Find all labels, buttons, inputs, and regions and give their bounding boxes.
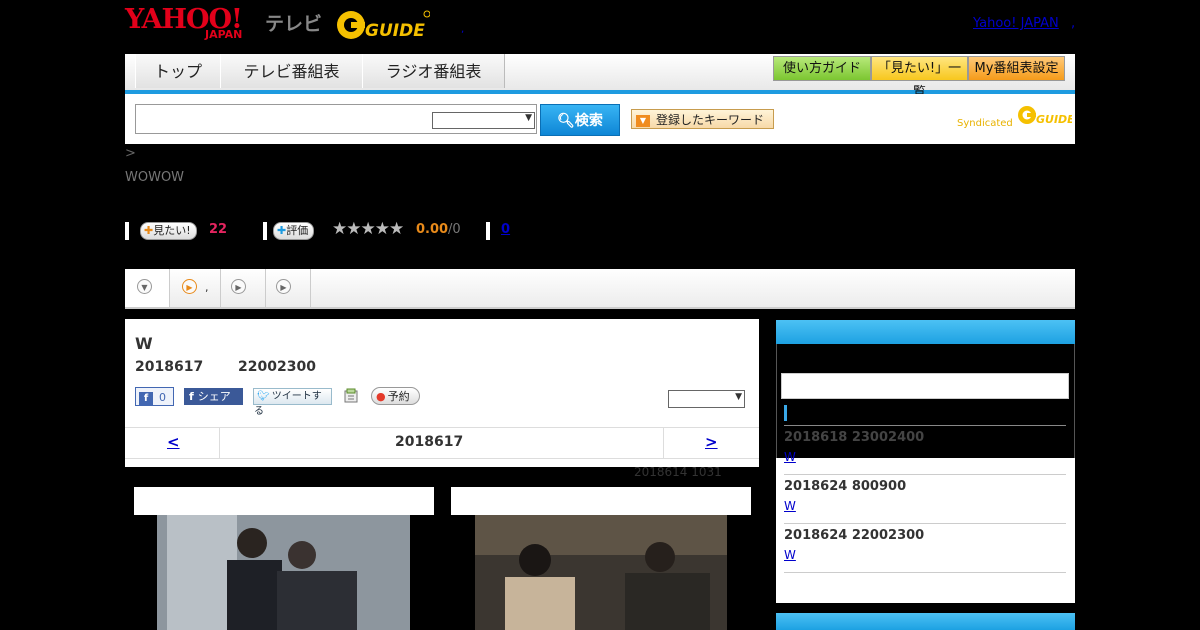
reserve-button[interactable]: ● 予約 <box>371 387 420 405</box>
tab-3[interactable]: ▶ <box>221 269 266 307</box>
image-card-header <box>451 487 751 515</box>
sidebar-field[interactable] <box>781 373 1069 399</box>
tab-2[interactable]: ▶ , <box>170 269 221 307</box>
sidebar-item-link[interactable]: W <box>784 548 796 562</box>
program-photo[interactable] <box>475 515 727 630</box>
sidebar-item-date: 2018624 800900 <box>784 479 907 494</box>
program-photo[interactable] <box>157 515 410 630</box>
dropdown-arrow-icon: ▼ <box>636 114 650 127</box>
plus-icon: ✚ <box>277 224 287 237</box>
my-listing-settings-button[interactable]: My番組表設定 <box>968 56 1065 81</box>
registered-keyword-label: 登録したキーワード <box>656 113 765 127</box>
program-date: 2018617 <box>135 359 204 375</box>
facebook-icon: f <box>189 390 194 403</box>
facebook-share-button[interactable]: f シェア <box>184 388 243 405</box>
nav-tab-tv-listings[interactable]: テレビ番組表 <box>220 54 363 88</box>
play-icon: ▶ <box>182 279 197 294</box>
syndicated-gguide-logo: Syndicated GUIDE <box>957 104 1075 129</box>
divider <box>784 572 1066 573</box>
divider <box>784 523 1066 524</box>
sidebar-item-link[interactable]: W <box>784 450 796 464</box>
program-tabs: ▼ ▶ , ▶ ▶ <box>125 269 1075 309</box>
program-time: 22002300 <box>238 359 316 375</box>
facebook-like-button[interactable]: f0 <box>135 387 174 406</box>
stat-divider <box>125 222 129 240</box>
search-category-select[interactable]: ▼ <box>432 112 535 129</box>
gguide-logo-text: GUIDE <box>365 21 425 40</box>
reserve-label: 予約 <box>387 390 410 403</box>
yahoo-japan-logo-text: JAPAN <box>205 28 243 41</box>
divider <box>663 428 664 458</box>
tab-label: , <box>205 281 209 294</box>
clip-icon[interactable] <box>343 388 359 404</box>
search-button-label: 検索 <box>574 113 603 129</box>
search-icon: 🔍︎ <box>557 113 575 129</box>
breadcrumb[interactable]: > <box>125 146 136 161</box>
plus-icon: ✚ <box>144 224 154 237</box>
syndicated-gguide-text: GUIDE <box>1036 113 1072 126</box>
syndicated-text: Syndicated <box>957 118 1013 129</box>
stat-divider <box>263 222 267 240</box>
nav-tab-top[interactable]: トップ <box>135 54 221 88</box>
rating-value: 0.00 <box>416 222 449 237</box>
sidebar-header <box>776 613 1075 630</box>
header-link-separator: , <box>1071 16 1076 31</box>
main-nav: トップ テレビ番組表 ラジオ番組表 使い方ガイド 「見たい!」一覧 My番組表設… <box>125 54 1075 100</box>
tab-detail[interactable]: ▼ <box>125 269 170 307</box>
prev-day-link[interactable]: < <box>167 433 180 451</box>
next-day-link[interactable]: > <box>705 433 718 451</box>
program-title: W <box>135 334 153 353</box>
want-count: 22 <box>209 222 228 237</box>
rate-button-label: 評価 <box>286 224 309 237</box>
updated-timestamp: 2018614 1031 <box>634 465 722 479</box>
play-icon: ▶ <box>231 279 246 294</box>
stat-divider <box>486 222 490 240</box>
play-icon: ▶ <box>276 279 291 294</box>
program-option-select[interactable]: ▼ <box>668 390 745 408</box>
image-card-header <box>134 487 434 515</box>
gguide-logo[interactable]: GUIDE <box>335 8 431 41</box>
chevron-down-icon: ▼ <box>137 279 152 294</box>
sidebar-item-date: 2018624 22002300 <box>784 528 925 543</box>
facebook-like-count: 0 <box>159 391 166 404</box>
sidebar-section-marker <box>784 405 787 421</box>
record-icon: ● <box>376 390 386 403</box>
rate-button[interactable]: ✚評価 <box>273 222 315 240</box>
tweet-button[interactable]: 🐦︎ ツイートする <box>253 388 332 417</box>
divider <box>784 425 1066 426</box>
current-date: 2018617 <box>395 434 464 450</box>
want-list-button[interactable]: 「見たい!」一覧 <box>871 56 968 100</box>
usage-guide-button[interactable]: 使い方ガイド <box>773 56 871 81</box>
rating-stars: ★★★★★ <box>332 219 404 239</box>
facebook-icon: f <box>139 391 153 405</box>
facebook-share-label: シェア <box>197 390 231 403</box>
search-button[interactable]: 🔍︎検索 <box>540 104 620 136</box>
twitter-bird-icon: 🐦︎ <box>257 391 270 402</box>
rating-total: /0 <box>448 222 461 237</box>
yahoo-japan-link[interactable]: Yahoo! JAPAN <box>973 16 1059 31</box>
divider <box>784 474 1066 475</box>
sidebar-item-date: 2018618 23002400 <box>784 430 925 445</box>
sidebar-header <box>776 320 1075 344</box>
tv-logo[interactable]: テレビ <box>265 9 322 36</box>
comment-count-link[interactable]: 0 <box>501 222 510 237</box>
channel-name: WOWOW <box>125 170 185 185</box>
chevron-down-icon: ▼ <box>735 392 742 402</box>
chevron-down-icon: ▼ <box>525 113 532 123</box>
nav-tab-radio-listings[interactable]: ラジオ番組表 <box>362 54 505 88</box>
header-separator: , <box>461 24 465 35</box>
want-button-label: 見たい! <box>153 224 191 237</box>
want-button[interactable]: ✚見たい! <box>140 222 197 240</box>
sidebar-item-link[interactable]: W <box>784 499 796 513</box>
tab-4[interactable]: ▶ <box>266 269 311 307</box>
registered-keyword-button[interactable]: ▼ 登録したキーワード <box>631 109 774 129</box>
divider <box>219 428 220 458</box>
